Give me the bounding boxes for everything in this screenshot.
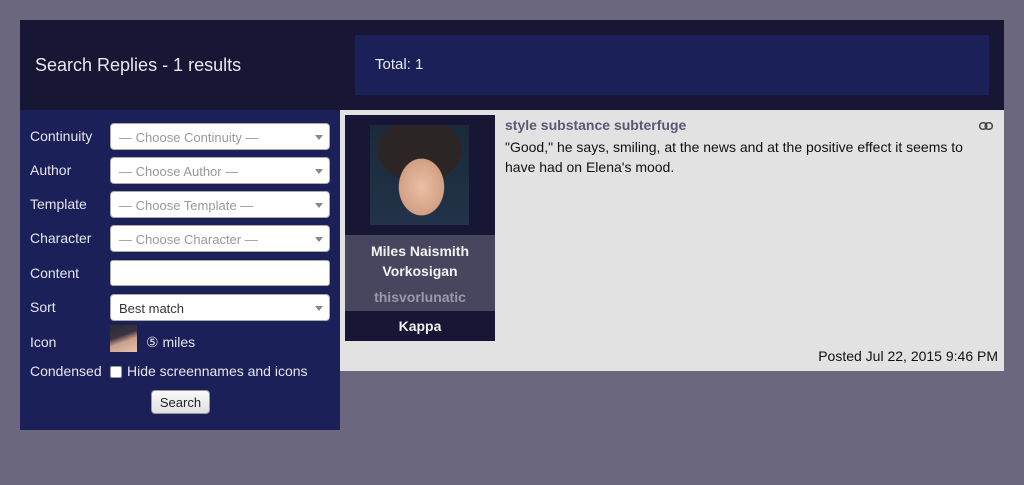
page-title: Search Replies - 1 results: [35, 55, 242, 75]
author-row: Author — Choose Author —: [30, 157, 330, 184]
search-button[interactable]: Search: [151, 390, 210, 414]
template-name[interactable]: Kappa: [345, 318, 495, 334]
post-content: "Good," he says, smiling, at the news an…: [505, 139, 963, 175]
continuity-select[interactable]: — Choose Continuity —: [110, 123, 330, 150]
character-label: Character: [30, 230, 92, 246]
reply-result: Miles Naismith Vorkosigan thisvorlunatic…: [340, 110, 1004, 371]
page-header: Search Replies - 1 results Total: 1: [20, 20, 1004, 110]
continuity-label: Continuity: [30, 128, 93, 144]
template-select[interactable]: — Choose Template —: [110, 191, 330, 218]
sort-value: Best match: [119, 301, 185, 316]
search-form: Continuity — Choose Continuity — Author …: [20, 110, 340, 430]
continuity-placeholder: — Choose Continuity —: [119, 130, 259, 145]
character-info: Miles Naismith Vorkosigan thisvorlunatic: [345, 235, 495, 311]
chevron-down-icon: [315, 169, 323, 174]
chevron-down-icon: [315, 135, 323, 140]
icon-row: Icon ⑤ miles: [30, 325, 330, 355]
content-input[interactable]: [110, 260, 330, 286]
icon-value: ⑤ miles: [146, 334, 196, 350]
condensed-label: Condensed: [30, 363, 102, 379]
chevron-down-icon: [315, 237, 323, 242]
chevron-down-icon: [315, 306, 323, 311]
template-label: Template: [30, 196, 87, 212]
icon-label: Icon: [30, 334, 57, 350]
character-name[interactable]: Miles Naismith Vorkosigan: [345, 241, 495, 281]
link-icon[interactable]: [979, 122, 993, 130]
sort-select[interactable]: Best match: [110, 294, 330, 321]
template-row: Template — Choose Template —: [30, 191, 330, 218]
condensed-checkbox[interactable]: [110, 366, 122, 378]
condensed-row: Condensed Hide screennames and icons: [30, 358, 330, 384]
character-icon[interactable]: [370, 125, 469, 225]
post-timestamp: Posted Jul 22, 2015 9:46 PM: [818, 348, 998, 364]
content-label: Content: [30, 265, 80, 281]
sort-row: Sort Best match: [30, 294, 330, 321]
author-placeholder: — Choose Author —: [119, 164, 239, 179]
screenname[interactable]: thisvorlunatic: [345, 289, 495, 305]
total-count: Total: 1: [355, 35, 989, 95]
content-row: Content: [30, 260, 330, 286]
post-subject[interactable]: style substance subterfuge: [505, 117, 686, 133]
character-select[interactable]: — Choose Character —: [110, 225, 330, 252]
sort-label: Sort: [30, 299, 56, 315]
character-row: Character — Choose Character —: [30, 225, 330, 252]
character-placeholder: — Choose Character —: [119, 232, 258, 247]
character-card: Miles Naismith Vorkosigan thisvorlunatic…: [345, 115, 495, 341]
author-select[interactable]: — Choose Author —: [110, 157, 330, 184]
chevron-down-icon: [315, 203, 323, 208]
author-label: Author: [30, 162, 72, 178]
continuity-row: Continuity — Choose Continuity —: [30, 123, 330, 150]
condensed-checkbox-label[interactable]: Hide screennames and icons: [127, 363, 308, 379]
avatar[interactable]: [110, 325, 137, 352]
template-placeholder: — Choose Template —: [119, 198, 254, 213]
